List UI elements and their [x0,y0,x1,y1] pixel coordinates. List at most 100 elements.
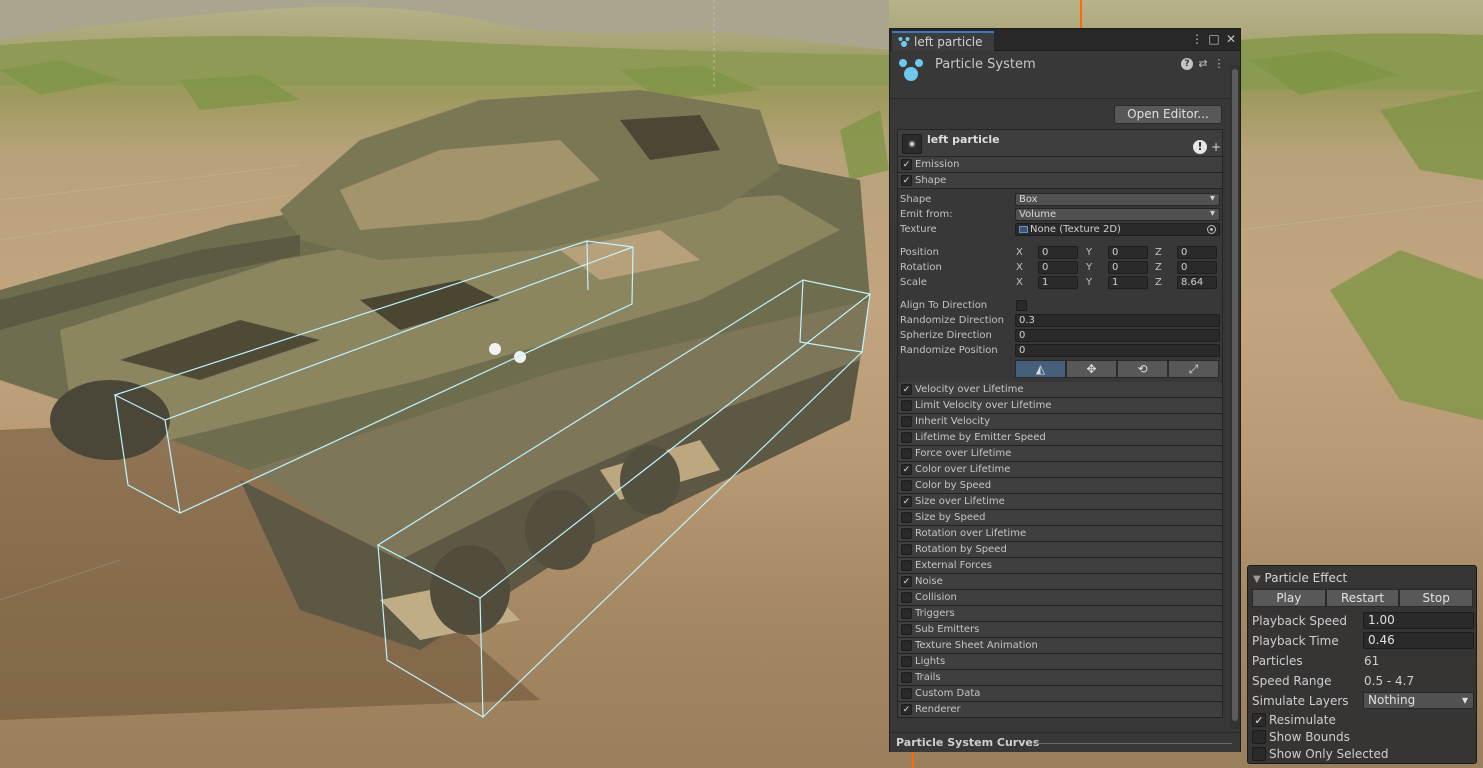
randomize-direction-field[interactable]: 0.3 [1015,314,1220,327]
module-row[interactable]: Inherit Velocity [897,414,1223,430]
scale-z-field[interactable]: 8.64 [1177,276,1217,289]
module-checkbox[interactable]: ✓ [901,159,912,170]
module-checkbox[interactable] [901,432,912,443]
module-row[interactable]: Limit Velocity over Lifetime [897,398,1223,414]
rotation-y-field[interactable]: 0 [1108,261,1148,274]
position-x-field[interactable]: 0 [1038,246,1078,259]
stop-button[interactable]: Stop [1399,589,1474,607]
module-row[interactable]: ✓ Renderer [897,702,1223,718]
module-row[interactable]: ✓ Noise [897,574,1223,590]
module-row[interactable]: External Forces [897,558,1223,574]
module-checkbox[interactable] [901,688,912,699]
module-row[interactable]: Collision [897,590,1223,606]
rotate-tool-icon[interactable]: ⟲ [1117,360,1168,378]
emit-from-dropdown[interactable]: Volume [1015,208,1220,221]
module-label: Rotation by Speed [915,544,1007,555]
open-editor-button[interactable]: Open Editor... [1114,105,1222,124]
module-row[interactable]: Sub Emitters [897,622,1223,638]
module-checkbox[interactable] [901,512,912,523]
move-tool-icon[interactable]: ✥ [1066,360,1117,378]
scale-x-field[interactable]: 1 [1038,276,1078,289]
scale-y-field[interactable]: 1 [1108,276,1148,289]
play-button[interactable]: Play [1252,589,1326,607]
edit-shape-icon[interactable]: ◭ [1015,360,1066,378]
show-bounds-label: Show Bounds [1269,730,1350,744]
window-close-icon[interactable]: ✕ [1224,32,1238,46]
axis-z-label: Z [1155,247,1162,258]
texture-icon [1019,226,1028,233]
module-checkbox[interactable]: ✓ [901,384,912,395]
module-row[interactable]: Size by Speed [897,510,1223,526]
tab-left-particle[interactable]: left particle [892,31,994,51]
module-row[interactable]: Trails [897,670,1223,686]
module-checkbox[interactable] [901,624,912,635]
simulate-layers-dropdown[interactable]: Nothing [1363,692,1474,709]
module-row[interactable]: ✓ Size over Lifetime [897,494,1223,510]
object-picker-icon[interactable] [1207,225,1216,234]
module-checkbox[interactable] [901,480,912,491]
module-row[interactable]: ✓ Color over Lifetime [897,462,1223,478]
position-label: Position [900,247,939,258]
module-row[interactable]: ✓ Emission [897,157,1223,173]
rotation-z-field[interactable]: 0 [1177,261,1217,274]
particle-effect-header[interactable]: ▼ Particle Effect [1253,571,1347,585]
module-row[interactable]: Rotation by Speed [897,542,1223,558]
module-checkbox[interactable] [901,592,912,603]
randomize-position-field[interactable]: 0 [1015,344,1220,357]
system-title-row[interactable]: left particle ! + [897,129,1223,157]
module-row[interactable]: ✓ Shape [897,173,1223,189]
module-checkbox[interactable] [901,416,912,427]
show-bounds-checkbox[interactable] [1252,730,1266,744]
playback-speed-field[interactable]: 1.00 [1363,612,1474,629]
module-checkbox[interactable] [901,608,912,619]
help-icon[interactable]: ? [1181,58,1193,70]
scale-tool-icon[interactable]: ⤢ [1168,360,1219,378]
scrollbar-thumb[interactable] [1232,69,1238,721]
playback-time-field[interactable]: 0.46 [1363,632,1474,649]
module-checkbox[interactable] [901,400,912,411]
presets-icon[interactable]: ⇄ [1197,58,1209,70]
module-checkbox[interactable]: ✓ [901,576,912,587]
module-checkbox[interactable] [901,640,912,651]
curves-bar[interactable]: Particle System Curves [890,732,1240,752]
module-checkbox[interactable] [901,672,912,683]
module-row[interactable]: Custom Data [897,686,1223,702]
module-checkbox[interactable] [901,560,912,571]
window-menu-icon[interactable]: ⋮ [1190,32,1204,46]
collapse-triangle-icon[interactable]: ▼ [1253,574,1261,585]
align-to-direction-checkbox[interactable] [1016,300,1027,311]
inspector-scrollbar[interactable] [1230,65,1240,729]
module-row[interactable]: Triggers [897,606,1223,622]
module-checkbox[interactable] [901,448,912,459]
warning-icon[interactable]: ! [1193,140,1207,154]
spherize-direction-field[interactable]: 0 [1015,329,1220,342]
show-only-selected-label: Show Only Selected [1269,747,1389,761]
show-only-selected-checkbox[interactable] [1252,747,1266,761]
add-system-icon[interactable]: + [1211,140,1221,154]
rotation-x-field[interactable]: 0 [1038,261,1078,274]
module-row[interactable]: Texture Sheet Animation [897,638,1223,654]
module-checkbox[interactable]: ✓ [901,704,912,715]
module-row[interactable]: Color by Speed [897,478,1223,494]
module-checkbox[interactable] [901,528,912,539]
module-row[interactable]: Lifetime by Emitter Speed [897,430,1223,446]
module-checkbox[interactable]: ✓ [901,464,912,475]
restart-button[interactable]: Restart [1325,589,1400,607]
resimulate-checkbox[interactable]: ✓ [1252,713,1266,727]
position-z-field[interactable]: 0 [1177,246,1217,259]
module-checkbox[interactable]: ✓ [901,175,912,186]
position-y-field[interactable]: 0 [1108,246,1148,259]
texture-field[interactable]: None (Texture 2D) [1015,223,1220,236]
module-row[interactable]: Rotation over Lifetime [897,526,1223,542]
module-checkbox[interactable] [901,544,912,555]
speed-range-value: 0.5 - 4.7 [1364,674,1415,688]
axis-y-label: Y [1086,277,1093,288]
module-checkbox[interactable]: ✓ [901,496,912,507]
module-row[interactable]: Force over Lifetime [897,446,1223,462]
module-checkbox[interactable] [901,656,912,667]
module-row[interactable]: ✓ Velocity over Lifetime [897,382,1223,398]
window-maximize-icon[interactable]: □ [1207,32,1221,46]
component-menu-icon[interactable]: ⋮ [1213,58,1225,70]
module-row[interactable]: Lights [897,654,1223,670]
shape-dropdown[interactable]: Box [1015,193,1220,206]
